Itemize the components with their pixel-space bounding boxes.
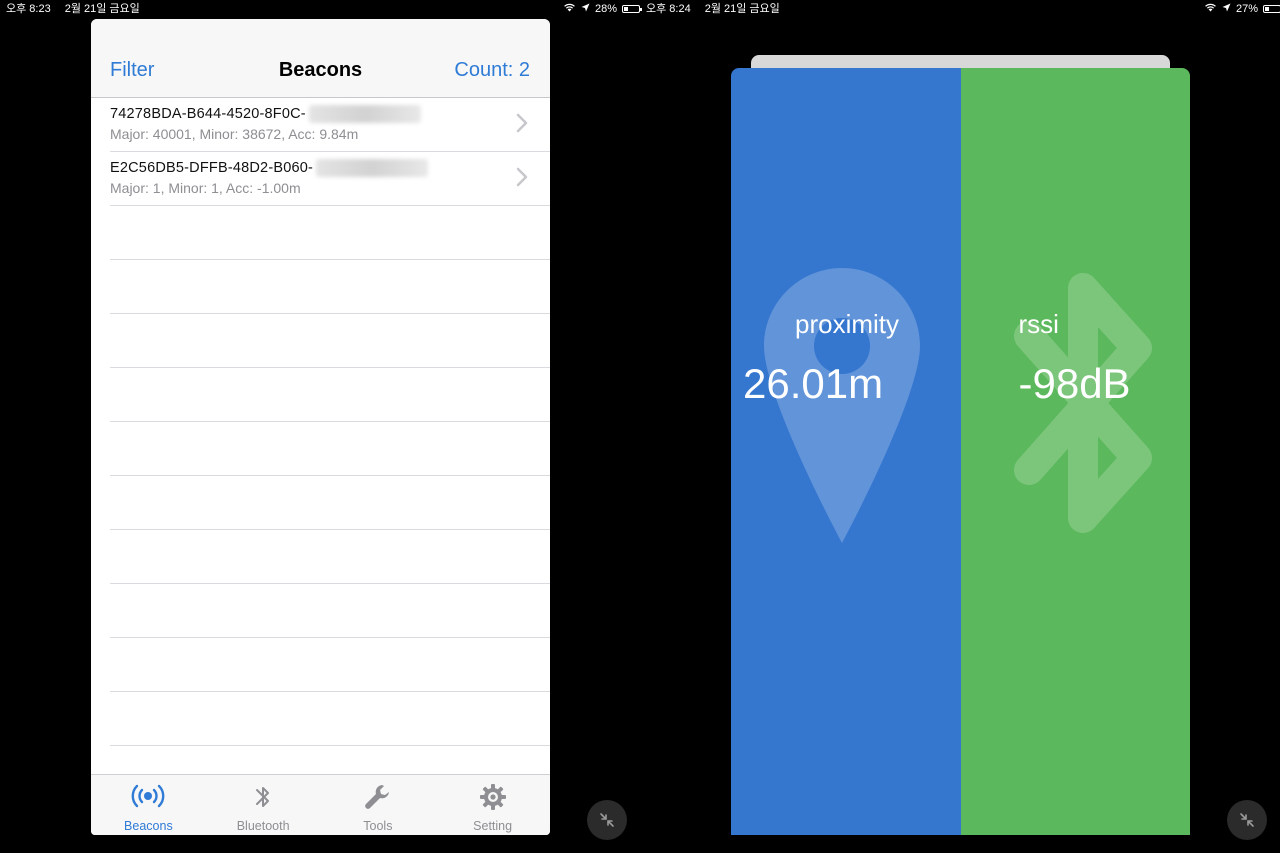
beacon-uuid: E2C56DB5-DFFB-48D2-B060- [110, 159, 429, 177]
beacon-row[interactable]: 74278BDA-B644-4520-8F0C- Major: 40001, M… [110, 98, 550, 152]
tab-bluetooth[interactable]: Bluetooth [206, 775, 321, 835]
beacon-icon [131, 784, 165, 808]
empty-list-row [110, 530, 550, 584]
status-time: 오후 8:23 [6, 3, 51, 15]
chevron-right-icon [516, 167, 528, 187]
beacon-detail: Major: 1, Minor: 1, Acc: -1.00m [110, 180, 301, 196]
tab-bar: Beacons Bluetooth Tools Setting [91, 774, 550, 835]
empty-list-row [110, 584, 550, 638]
empty-list-row [110, 422, 550, 476]
tab-setting[interactable]: Setting [435, 775, 550, 835]
beacon-uuid: 74278BDA-B644-4520-8F0C- [110, 105, 421, 123]
tab-label: Tools [363, 819, 393, 833]
minimize-button[interactable] [587, 800, 627, 840]
redacted-uuid-suffix [316, 159, 429, 177]
redacted-uuid-suffix [308, 105, 421, 123]
location-arrow-icon [581, 0, 590, 18]
battery-percent: 27% [1236, 3, 1259, 15]
bluetooth-icon [256, 787, 270, 807]
empty-list-row [110, 692, 550, 746]
status-date: 2월 21일 금요일 [704, 3, 780, 15]
empty-list-row [110, 638, 550, 692]
location-arrow-icon [1222, 0, 1231, 18]
beacon-uuid-text: 74278BDA-B644-4520-8F0C- [110, 106, 306, 122]
wifi-icon [1204, 0, 1217, 18]
status-time: 오후 8:24 [646, 3, 691, 15]
rssi-value: -98dB [1018, 360, 1131, 407]
wrench-icon [365, 785, 389, 809]
chevron-right-icon [516, 113, 528, 133]
navigation-bar: Filter Beacons Count: 2 [91, 19, 550, 98]
beacon-detail-card: proximity 26.01m rssi -98dB [731, 68, 1190, 835]
empty-list-row [110, 206, 550, 260]
battery-icon [1263, 5, 1280, 13]
empty-list-row [110, 476, 550, 530]
tab-label: Setting [473, 819, 513, 833]
count-button[interactable]: Count: 2 [454, 59, 530, 82]
wifi-icon [563, 0, 576, 18]
rssi-label: rssi [1018, 309, 1059, 339]
battery-percent: 28% [595, 3, 618, 15]
rssi-panel: rssi -98dB [960, 68, 1190, 835]
empty-list-row [110, 314, 550, 368]
proximity-label: proximity [795, 309, 900, 339]
tab-tools[interactable]: Tools [321, 775, 436, 835]
beacon-uuid-text: E2C56DB5-DFFB-48D2-B060- [110, 160, 314, 176]
gear-icon [479, 784, 506, 810]
status-bar-right: 오후 8:24 2월 21일 금요일 27% [640, 0, 1280, 18]
beacon-list: 74278BDA-B644-4520-8F0C- Major: 40001, M… [91, 98, 550, 746]
collapse-arrows-icon [1240, 813, 1254, 827]
collapse-arrows-icon [600, 813, 614, 827]
empty-list-row [110, 260, 550, 314]
tab-label: Beacons [124, 819, 173, 833]
tab-label: Bluetooth [236, 819, 290, 833]
proximity-panel: proximity 26.01m [731, 68, 961, 835]
beacon-detail: Major: 40001, Minor: 38672, Acc: 9.84m [110, 126, 359, 142]
empty-list-row [110, 368, 550, 422]
tab-beacons[interactable]: Beacons [91, 775, 206, 835]
beacon-row[interactable]: E2C56DB5-DFFB-48D2-B060- Major: 1, Minor… [110, 152, 550, 206]
beacons-app-window: Filter Beacons Count: 2 74278BDA-B644-45… [91, 19, 550, 835]
battery-icon [622, 5, 643, 13]
status-date: 2월 21일 금요일 [64, 3, 140, 15]
minimize-button[interactable] [1227, 800, 1267, 840]
status-bar-left: 오후 8:23 2월 21일 금요일 28% [0, 0, 643, 18]
proximity-value: 26.01m [743, 360, 884, 407]
